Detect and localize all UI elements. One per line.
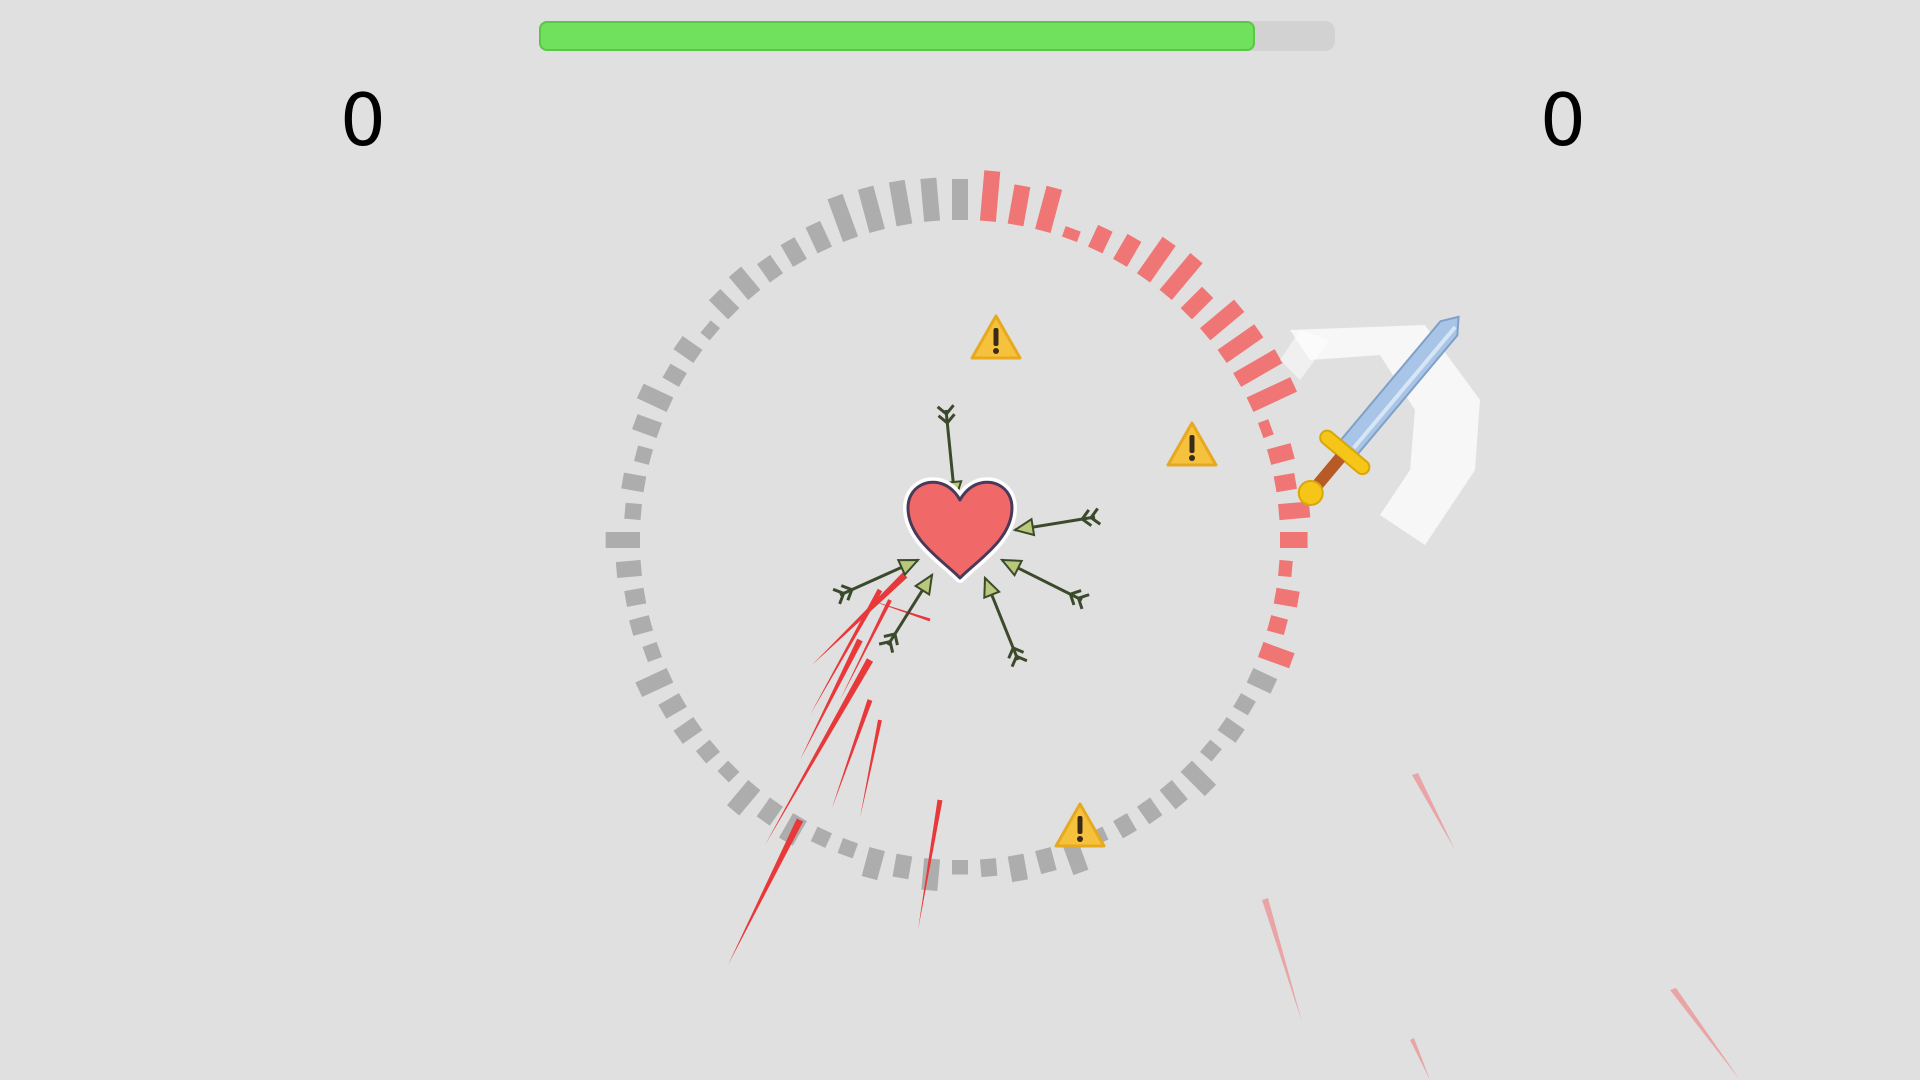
ring-bar-danger: [1273, 472, 1297, 493]
ring-bar: [1035, 847, 1057, 875]
ring-bar: [1199, 739, 1222, 762]
game-canvas[interactable]: 0 0: [0, 0, 1920, 1080]
arrow-icon: [878, 572, 934, 653]
background-streak: [1262, 898, 1302, 1022]
ring-bar: [1217, 716, 1245, 743]
ring-bar: [621, 472, 647, 493]
warnings: [970, 314, 1218, 848]
ring-bar-danger: [1113, 233, 1142, 267]
ring-bar: [1246, 667, 1278, 694]
ring-bar: [726, 779, 761, 816]
ring-bar: [695, 739, 721, 764]
heart-icon: [903, 477, 1017, 583]
ring-bar: [780, 237, 807, 267]
ring-bar: [673, 716, 703, 744]
ring-bar: [1113, 813, 1137, 839]
ring-bar: [1007, 853, 1028, 883]
ring-bar: [810, 826, 833, 848]
ring-bar: [1136, 797, 1163, 825]
ring-bar: [1159, 779, 1188, 810]
background-streaks: [1262, 773, 1740, 1080]
ring-bar-danger: [1199, 299, 1245, 341]
ring-bar: [636, 383, 674, 413]
arrow-icon: [1012, 507, 1102, 537]
ring-bar: [615, 559, 642, 579]
blood-streak: [810, 588, 883, 715]
ring-bar: [708, 288, 740, 320]
ring-bar: [1233, 693, 1256, 716]
ring-bar-danger: [1035, 185, 1063, 233]
ring-bar-danger: [1273, 587, 1300, 608]
blood-streak: [860, 719, 882, 818]
ring-bar-danger: [979, 170, 1001, 222]
ring-bar: [662, 363, 687, 387]
ring-bar: [624, 502, 642, 521]
ring-bar: [605, 532, 641, 548]
ring-bar-danger: [1087, 224, 1113, 254]
ring-bar: [827, 193, 859, 243]
ring-bar-danger: [1279, 532, 1308, 548]
ring-bar: [979, 858, 998, 878]
ring-bar-danger: [1267, 615, 1288, 636]
ring-bar: [861, 847, 885, 881]
ring-bar: [728, 266, 761, 301]
ring-bar: [673, 336, 703, 364]
ring-bar-danger: [1233, 349, 1283, 387]
ring-bar: [920, 177, 941, 222]
ring-bar: [805, 220, 833, 254]
background-streak: [1670, 988, 1740, 1080]
blood-streak: [870, 600, 931, 622]
ring-bar: [642, 641, 663, 663]
ring-bar-danger: [1061, 226, 1081, 243]
arrow-icon: [983, 575, 1028, 668]
warning-icon: [970, 314, 1022, 360]
ring-bar: [857, 185, 885, 233]
ring-bar: [717, 760, 740, 783]
ring-bar-danger: [1007, 184, 1031, 227]
ring-bar: [700, 320, 721, 341]
arrow-icon: [999, 558, 1090, 610]
ring-bar: [757, 254, 784, 283]
ring-bar: [888, 179, 913, 227]
ring-bar: [624, 587, 647, 607]
warning-icon: [1166, 421, 1218, 467]
ring-bar: [632, 414, 663, 439]
ring-bar: [952, 179, 968, 220]
ring-bar: [756, 797, 784, 826]
ring-bar: [921, 858, 941, 892]
background-streak: [1410, 1038, 1430, 1080]
ring-bar-danger: [1136, 236, 1176, 283]
warning-icon: [1054, 802, 1106, 848]
ring-bar-danger: [1267, 443, 1295, 465]
ring-bar: [658, 693, 687, 719]
blood-streak: [728, 818, 804, 965]
ring-bar-danger: [1217, 324, 1264, 364]
ring-bar: [635, 667, 674, 698]
blood-streak: [800, 638, 863, 760]
ring-bar-danger: [1257, 419, 1274, 439]
blood-streaks: [728, 572, 943, 965]
ring-bar-danger: [1246, 377, 1298, 413]
ring-bar-danger: [1278, 559, 1293, 578]
blood-streak: [765, 658, 874, 845]
ring-bar: [1180, 760, 1217, 797]
ring-bar: [952, 860, 968, 875]
ring-bar-danger: [1180, 286, 1214, 320]
ring-bar: [837, 837, 859, 859]
sword-icon: [1280, 315, 1480, 545]
ring-bar: [892, 853, 913, 880]
ring-bar: [629, 615, 653, 636]
background-streak: [1412, 773, 1455, 850]
arena: [605, 170, 1740, 1080]
ring-bar: [633, 445, 653, 465]
ring-bar-danger: [1257, 641, 1295, 669]
